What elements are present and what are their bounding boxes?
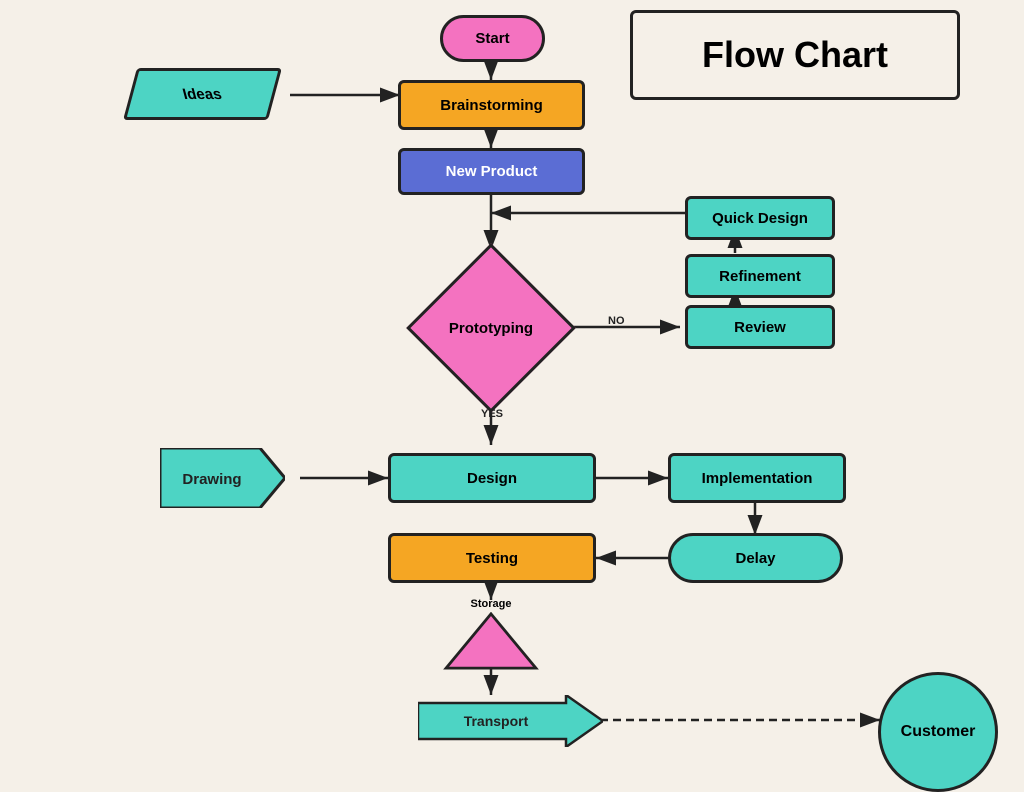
customer-node: Customer (878, 672, 998, 792)
quick-design-node: Quick Design (685, 196, 835, 240)
delay-node: Delay (668, 533, 843, 583)
storage-node: Storage (441, 598, 541, 670)
svg-text:Drawing: Drawing (182, 471, 241, 488)
no-label: NO (608, 315, 625, 327)
transport-node: Transport (418, 695, 603, 747)
svg-text:Transport: Transport (464, 713, 529, 729)
new-product-node: New Product (398, 148, 585, 195)
refinement-node: Refinement (685, 254, 835, 298)
implementation-node: Implementation (668, 453, 846, 503)
testing-node: Testing (388, 533, 596, 583)
title: Flow Chart (630, 10, 960, 100)
design-node: Design (388, 453, 596, 503)
review-node: Review (685, 305, 835, 349)
yes-label: YES (481, 408, 503, 420)
prototyping-node: Prototyping (411, 248, 571, 408)
ideas-node: Ideas (130, 68, 275, 120)
drawing-node: Drawing (160, 448, 285, 508)
brainstorming-node: Brainstorming (398, 80, 585, 130)
start-node: Start (440, 15, 545, 62)
